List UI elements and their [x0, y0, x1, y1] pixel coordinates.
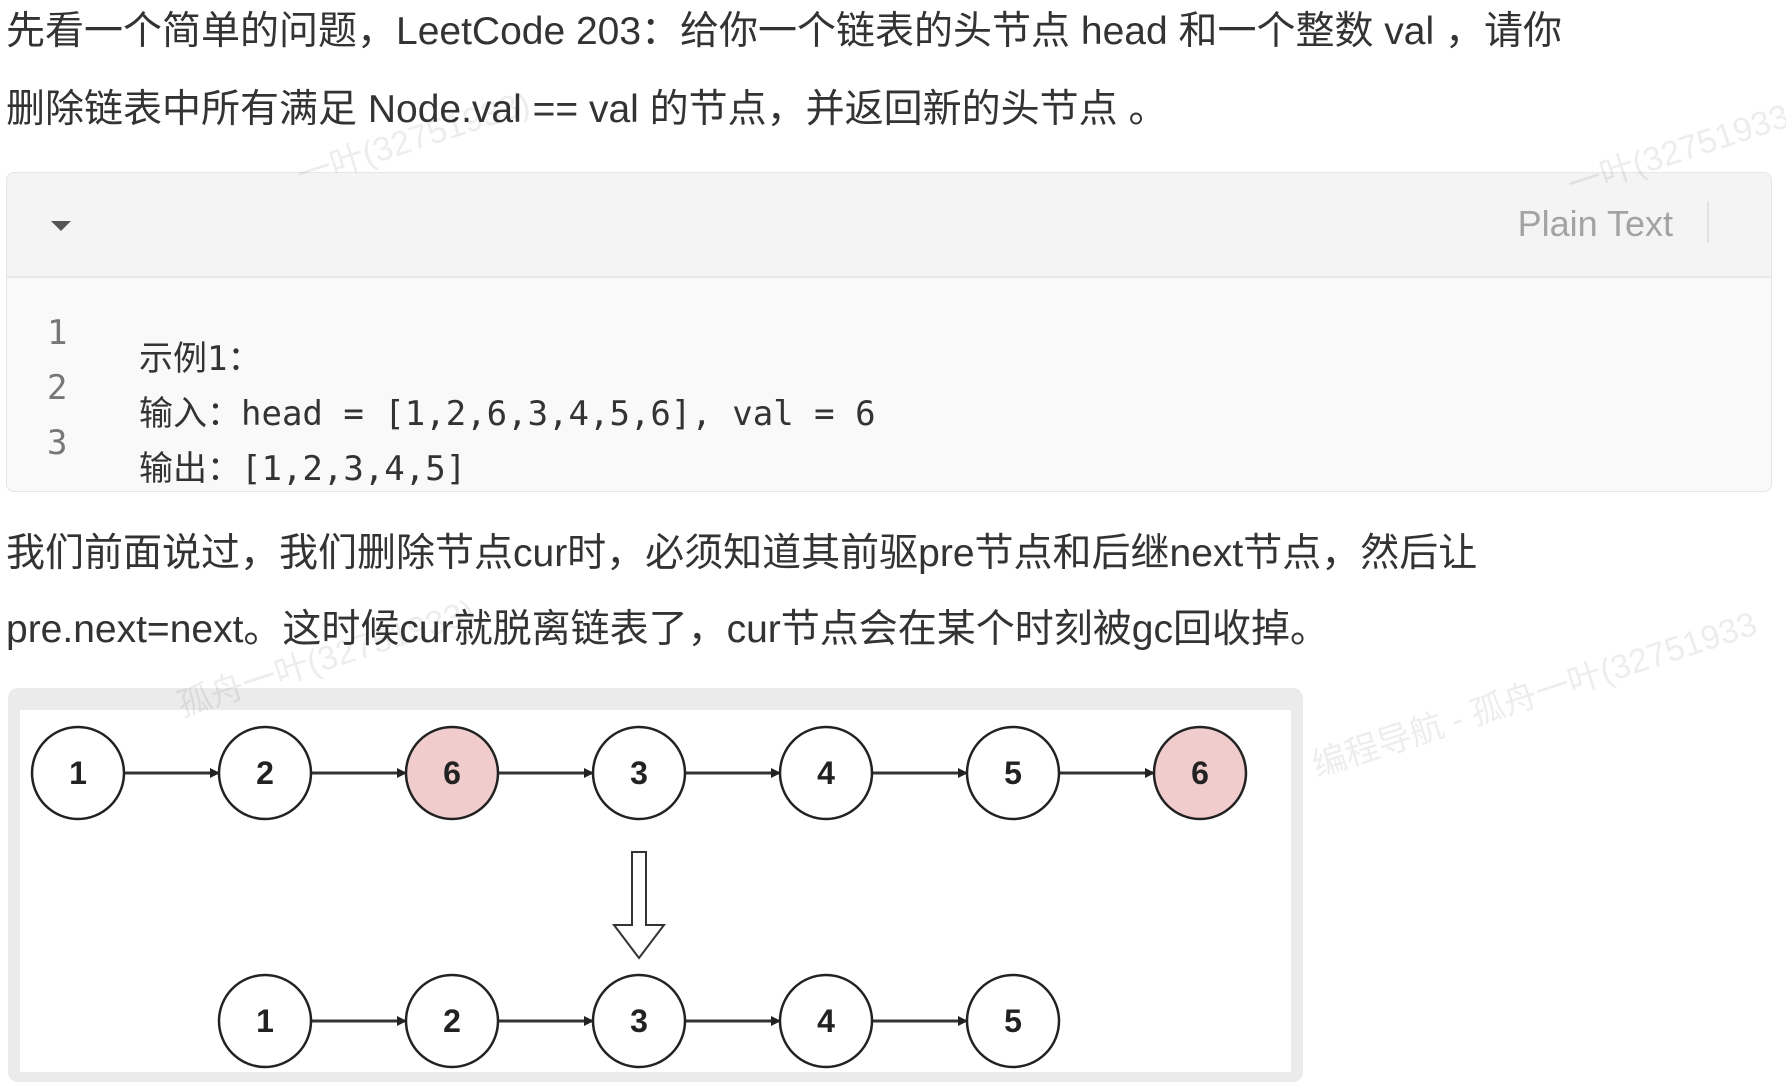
intro-line-1: 先看一个简单的问题，LeetCode 203：给你一个链表的头节点 head 和…: [6, 10, 1563, 53]
chevron-down-icon[interactable]: [51, 221, 71, 231]
intro-line-2: 删除链表中所有满足 Node.val == val 的节点，并返回新的头节点 。: [6, 88, 1168, 131]
before-node-label: 6: [443, 755, 461, 791]
code-line: 2 输入：head = [1,2,6,3,4,5,6], val = 6: [7, 350, 876, 434]
after-node-label: 3: [630, 1003, 648, 1039]
line-number: 3: [47, 423, 68, 463]
explanation-line-2: pre.next=next。这时候cur就脱离链表了，cur节点会在某个时刻被g…: [6, 608, 1329, 651]
after-node-label: 1: [256, 1003, 274, 1039]
before-node-label: 3: [630, 755, 648, 791]
code-block: Plain Text 1 示例1： 2 输入：head = [1,2,6,3,4…: [6, 172, 1772, 492]
before-node-label: 2: [256, 755, 274, 791]
after-node-label: 5: [1004, 1003, 1022, 1039]
code-text: 输出：[1,2,3,4,5]: [139, 449, 467, 489]
diagram-svg: 1 2 6 3 4 5 6 1 2 3 4 5: [30, 725, 1248, 1069]
transform-arrow-icon: [611, 851, 667, 960]
header-divider: [1707, 201, 1709, 243]
before-node-label: 4: [817, 755, 835, 791]
code-block-header: Plain Text: [7, 173, 1771, 278]
after-node-label: 2: [443, 1003, 461, 1039]
before-node-label: 5: [1004, 755, 1022, 791]
before-node-label: 1: [69, 755, 87, 791]
code-lines: 1 示例1： 2 输入：head = [1,2,6,3,4,5,6], val …: [7, 295, 876, 489]
line-number: 2: [47, 368, 68, 408]
code-line: 3 输出：[1,2,3,4,5]: [7, 405, 466, 489]
code-text: 输入：head = [1,2,6,3,4,5,6], val = 6: [139, 394, 876, 434]
code-text: 示例1：: [139, 339, 262, 379]
diagram-canvas: 1 2 6 3 4 5 6 1 2 3 4 5: [20, 710, 1291, 1072]
language-label[interactable]: Plain Text: [1518, 203, 1673, 245]
line-number: 1: [47, 313, 68, 353]
before-node-label: 6: [1191, 755, 1209, 791]
explanation-line-1: 我们前面说过，我们删除节点cur时，必须知道其前驱pre节点和后继next节点，…: [6, 532, 1478, 575]
watermark: 编程导航 - 孤舟一叶(32751933: [1307, 604, 1762, 785]
code-line: 1 示例1：: [7, 295, 261, 379]
after-node-label: 4: [817, 1003, 835, 1039]
linked-list-diagram: 1 2 6 3 4 5 6 1 2 3 4 5: [8, 688, 1303, 1082]
